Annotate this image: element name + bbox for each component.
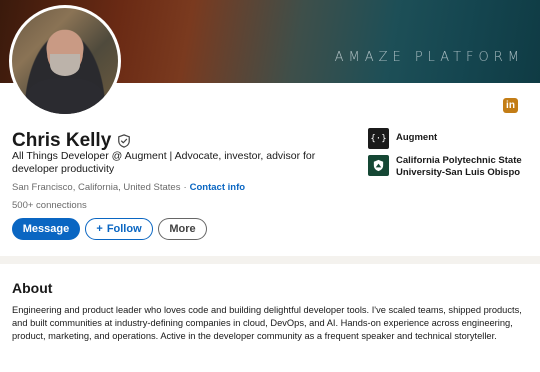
more-button-label: More (169, 223, 196, 235)
separator-dot: · (183, 182, 187, 193)
cal-poly-logo-icon (368, 155, 389, 176)
banner-text: AMAZE PLATFORM (334, 50, 524, 65)
plus-icon: + (96, 223, 103, 235)
cal-poly-shield-icon (373, 159, 384, 172)
profile-card: AMAZE PLATFORM in Chris Kelly All Things… (0, 0, 540, 256)
org-education[interactable]: California Polytechnic State University-… (368, 155, 538, 179)
contact-info-link[interactable]: Contact info (190, 182, 245, 193)
location-row: San Francisco, California, United States… (12, 182, 245, 193)
linkedin-premium-icon: in (503, 98, 518, 113)
avatar[interactable] (9, 5, 121, 117)
profile-name: Chris Kelly (12, 130, 112, 151)
augment-logo-icon: {·} (368, 128, 389, 149)
about-title: About (12, 280, 53, 296)
profile-location: San Francisco, California, United States (12, 182, 181, 193)
profile-headline: All Things Developer @ Augment | Advocat… (12, 150, 316, 175)
connections-count: 500+ connections (12, 200, 87, 211)
verified-shield-icon[interactable] (117, 134, 131, 148)
profile-actions: Message + Follow More (12, 218, 207, 240)
connections-link[interactable]: 500+ connections (12, 200, 87, 211)
about-text: Engineering and product leader who loves… (12, 305, 522, 341)
message-button[interactable]: Message (12, 218, 80, 240)
message-button-label: Message (22, 223, 70, 235)
name-row: Chris Kelly (12, 130, 131, 152)
more-button[interactable]: More (158, 218, 207, 240)
profile-orgs: {·} Augment California Polytechnic State… (368, 128, 538, 185)
about-section: About Engineering and product leader who… (0, 264, 540, 372)
follow-button-label: Follow (106, 223, 142, 235)
follow-button[interactable]: + Follow (85, 218, 153, 240)
org-name: Augment (396, 132, 438, 143)
org-current-company[interactable]: {·} Augment (368, 128, 538, 149)
org-name: California Polytechnic State University-… (396, 155, 522, 178)
profile-photo (12, 8, 118, 114)
